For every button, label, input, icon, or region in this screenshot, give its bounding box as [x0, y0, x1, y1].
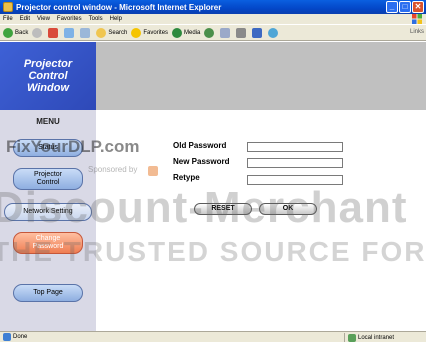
security-zone: Local intranet [344, 333, 394, 342]
reset-button[interactable]: RESET [194, 203, 252, 215]
status-bar: Done Local intranet [0, 331, 426, 342]
window-title: Projector control window - Microsoft Int… [16, 2, 222, 12]
top-page-button[interactable]: Top Page [13, 284, 83, 302]
search-icon [96, 27, 107, 38]
mail-icon [220, 27, 231, 38]
new-password-input[interactable] [247, 158, 343, 168]
watermark-logo-icon [148, 166, 158, 176]
retype-password-input[interactable] [247, 175, 343, 185]
window-controls: _ □ ✕ [386, 1, 424, 13]
browser-toolbar: Back Search Favorites Media Links [0, 25, 426, 41]
media-icon [172, 27, 183, 38]
old-password-label: Old Password [173, 141, 227, 150]
change-password-label-1: Change [35, 235, 61, 242]
back-label: Back [15, 29, 29, 36]
star-icon [131, 27, 142, 38]
edit-button[interactable] [252, 27, 264, 38]
refresh-icon [64, 27, 75, 38]
messenger-icon [268, 27, 279, 38]
maximize-button[interactable]: □ [399, 1, 411, 13]
logo-line-2: Control [28, 70, 68, 82]
old-password-input[interactable] [247, 142, 343, 152]
history-button[interactable] [204, 27, 216, 38]
change-password-button[interactable]: Change Password [13, 232, 83, 254]
change-password-label-2: Password [32, 243, 64, 250]
close-button[interactable]: ✕ [412, 1, 424, 13]
media-label: Media [184, 29, 201, 36]
stop-button[interactable] [48, 27, 60, 38]
window-titlebar: Projector control window - Microsoft Int… [0, 0, 426, 14]
zone-text: Local intranet [358, 334, 395, 341]
status-button[interactable]: Status [13, 139, 83, 157]
menu-help[interactable]: Help [110, 16, 122, 22]
stop-icon [48, 27, 59, 38]
new-password-label: New Password [173, 157, 230, 166]
page-done-icon [3, 333, 11, 341]
status-button-label: Status [38, 144, 58, 151]
logo-line-3: Window [26, 82, 70, 94]
messenger-button[interactable] [268, 27, 280, 38]
menu-favorites[interactable]: Favorites [57, 16, 82, 22]
minimize-button[interactable]: _ [386, 1, 398, 13]
projector-control-label-1: Projector [33, 171, 62, 178]
projector-control-logo: Projector Control Window [0, 42, 96, 110]
print-button[interactable] [236, 27, 248, 38]
ok-button[interactable]: OK [259, 203, 317, 215]
network-setting-label: Network Setting [23, 208, 73, 215]
network-setting-button[interactable]: Network Setting [4, 203, 92, 221]
back-button[interactable]: Back [3, 27, 29, 38]
projector-control-label-2: Control [36, 179, 60, 186]
page-content: Projector Control Window MENU Status Pro… [0, 42, 426, 331]
forward-button[interactable] [32, 27, 44, 38]
logo-line-1: Projector [23, 58, 73, 70]
status-text: Done [13, 334, 28, 340]
media-button[interactable]: Media [172, 27, 201, 38]
menu-file[interactable]: File [3, 16, 13, 22]
history-icon [204, 27, 215, 38]
retype-label: Retype [173, 173, 200, 182]
intranet-icon [348, 333, 356, 342]
search-label: Search [108, 29, 128, 36]
mail-button[interactable] [220, 27, 232, 38]
windows-flag-icon [412, 14, 422, 24]
sidebar: Projector Control Window MENU Status Pro… [0, 42, 96, 331]
change-password-label: Change Password [33, 235, 64, 251]
refresh-button[interactable] [64, 27, 76, 38]
menu-title: MENU [36, 117, 60, 126]
print-icon [236, 27, 247, 38]
content-header-band [96, 42, 426, 110]
menu-edit[interactable]: Edit [20, 16, 30, 22]
links-label[interactable]: Links [410, 29, 424, 35]
home-icon [80, 27, 91, 38]
menu-bar: File Edit View Favorites Tools Help [0, 14, 426, 25]
menu-view[interactable]: View [37, 16, 50, 22]
favorites-button[interactable]: Favorites [131, 27, 169, 38]
search-button[interactable]: Search [96, 27, 128, 38]
ie-app-icon [3, 2, 13, 12]
favorites-label: Favorites [143, 29, 169, 36]
edit-icon [252, 27, 263, 38]
projector-control-label: Projector Control [34, 171, 62, 187]
home-button[interactable] [80, 27, 92, 38]
back-arrow-icon [3, 27, 13, 38]
top-page-label: Top Page [33, 289, 63, 296]
forward-arrow-icon [32, 27, 43, 38]
menu-tools[interactable]: Tools [89, 16, 103, 22]
projector-control-button[interactable]: Projector Control [13, 168, 83, 190]
